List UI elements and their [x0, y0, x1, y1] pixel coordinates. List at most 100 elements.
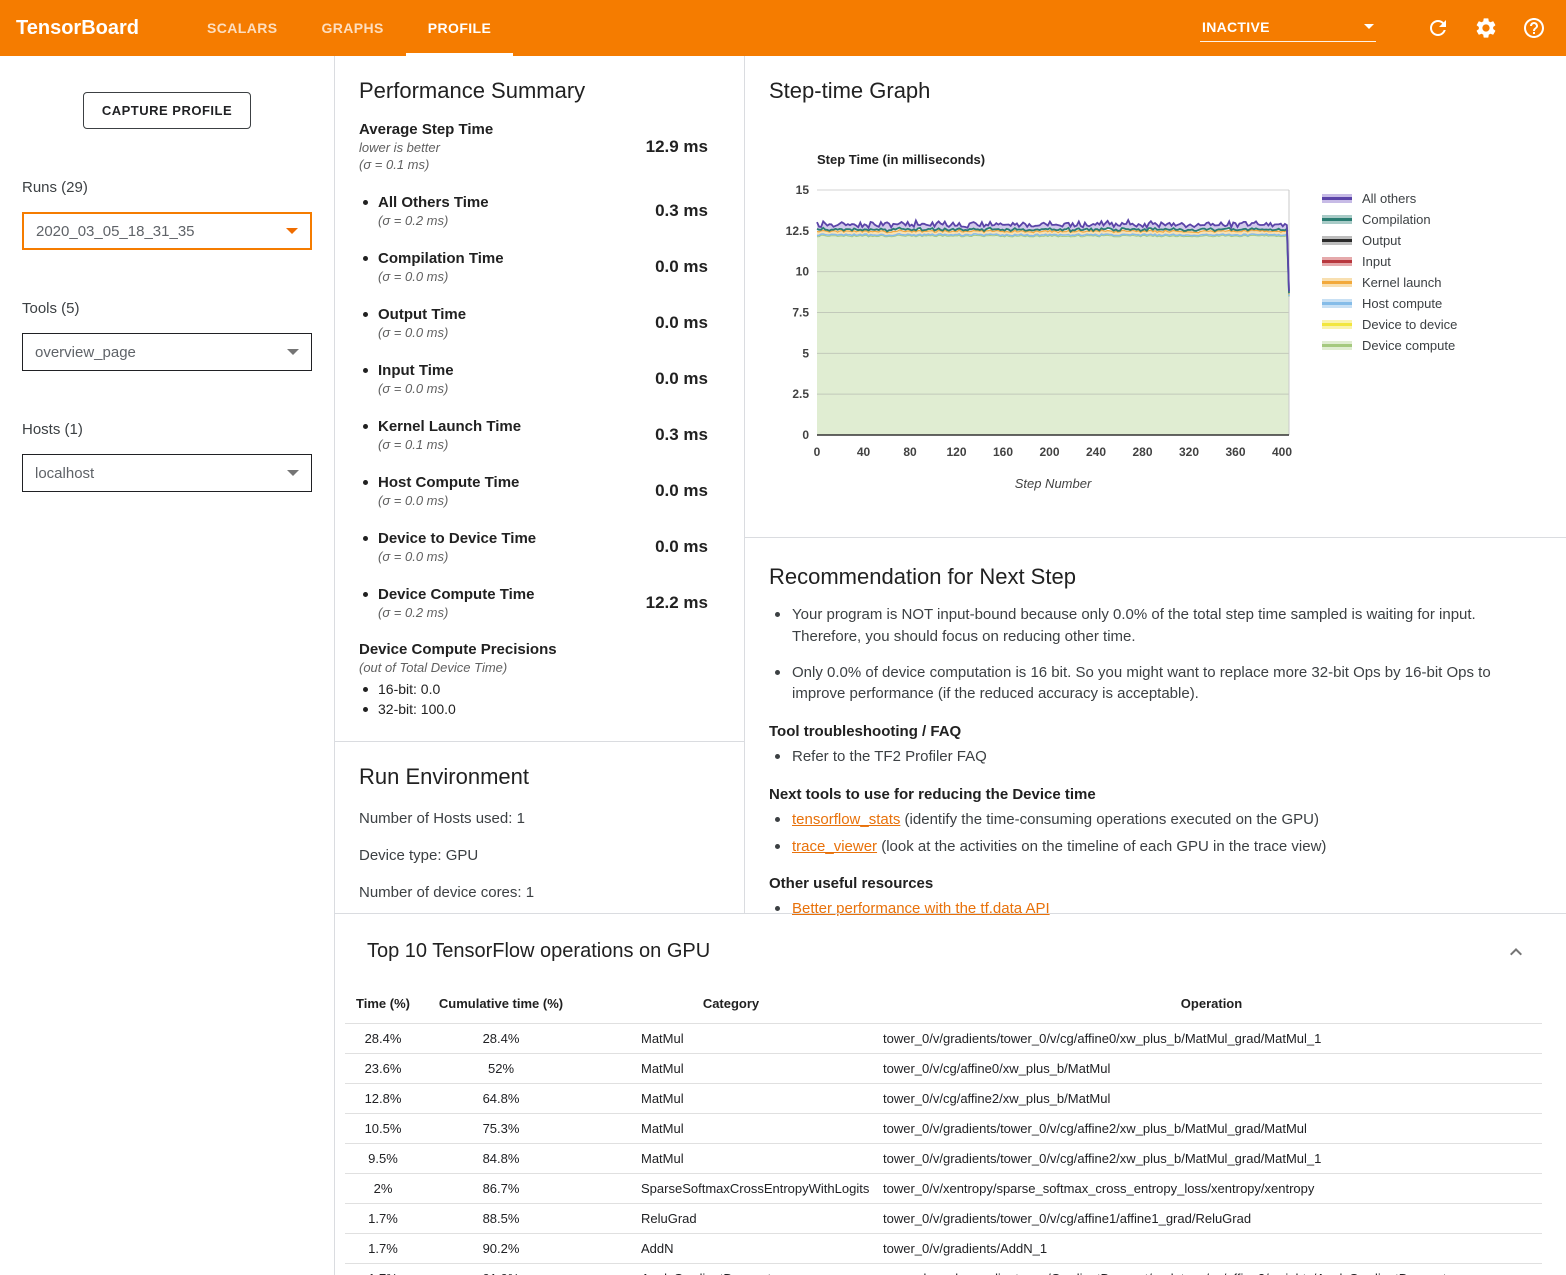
- bullet-icon: [775, 670, 780, 675]
- legend-label: Compilation: [1362, 212, 1431, 227]
- capture-profile-button[interactable]: CAPTURE PROFILE: [83, 92, 251, 129]
- metric-label: Compilation Time: [378, 249, 504, 268]
- metric-row: Output Time (σ = 0.0 ms) 0.0 ms: [359, 305, 720, 341]
- bullet-icon: [363, 480, 368, 485]
- link-tensorflow_stats[interactable]: tensorflow_stats: [792, 811, 900, 828]
- subsection-heading: Other useful resources: [769, 875, 1542, 892]
- legend-item: Host compute: [1322, 293, 1457, 314]
- legend-item: Device to device: [1322, 314, 1457, 335]
- status-dropdown-value: INACTIVE: [1202, 19, 1270, 35]
- chevron-down-icon: [287, 349, 299, 355]
- run-env-line: Number of device cores: 1: [359, 884, 720, 901]
- runs-select[interactable]: 2020_03_05_18_31_35: [22, 212, 312, 250]
- svg-text:5: 5: [802, 346, 809, 360]
- bullet-icon: [775, 754, 780, 759]
- run-environment-title: Run Environment: [359, 764, 720, 790]
- svg-text:Step Time (in milliseconds): Step Time (in milliseconds): [817, 152, 985, 167]
- metric-row: Kernel Launch Time (σ = 0.1 ms) 0.3 ms: [359, 417, 720, 453]
- metric-value: 0.0 ms: [624, 369, 720, 389]
- bullet-icon: [363, 200, 368, 205]
- performance-summary-title: Performance Summary: [359, 78, 720, 104]
- legend-label: Input: [1362, 254, 1391, 269]
- metric-label: Average Step Time: [359, 120, 493, 139]
- metric-value: 0.3 ms: [624, 201, 720, 221]
- status-dropdown[interactable]: INACTIVE: [1200, 15, 1376, 42]
- legend-item: Device compute: [1322, 335, 1457, 356]
- svg-text:15: 15: [796, 183, 810, 197]
- legend-swatch-icon: [1322, 194, 1352, 203]
- top-ops-table: Time (%)Cumulative time (%)CategoryOpera…: [345, 990, 1542, 1275]
- metric-sigma: (σ = 0.2 ms): [378, 604, 534, 621]
- metric-row: All Others Time (σ = 0.2 ms) 0.3 ms: [359, 193, 720, 229]
- chart-legend: All others Compilation Output Input Kern…: [1322, 188, 1457, 493]
- summary-column: Performance Summary Average Step Time lo…: [335, 56, 745, 913]
- subsection-item: trace_viewer (look at the activities on …: [769, 836, 1542, 858]
- legend-swatch-icon: [1322, 341, 1352, 350]
- refresh-icon[interactable]: [1426, 16, 1450, 40]
- bullet-icon: [775, 906, 780, 911]
- legend-swatch-icon: [1322, 236, 1352, 245]
- table-row: 12.8% 64.8% MatMul tower_0/v/cg/affine2/…: [345, 1084, 1542, 1114]
- legend-label: Output: [1362, 233, 1401, 248]
- svg-text:240: 240: [1086, 445, 1106, 459]
- legend-swatch-icon: [1322, 278, 1352, 287]
- tab-graphs[interactable]: GRAPHS: [299, 0, 405, 56]
- chevron-down-icon: [287, 470, 299, 476]
- graph-column: Step-time Graph Step Time (in millisecon…: [745, 56, 1566, 913]
- runs-label: Runs (29): [22, 179, 312, 196]
- metric-label: Kernel Launch Time: [378, 417, 521, 436]
- legend-swatch-icon: [1322, 257, 1352, 266]
- app-header: TensorBoard SCALARSGRAPHSPROFILE INACTIV…: [0, 0, 1566, 56]
- bullet-icon: [363, 424, 368, 429]
- metric-row: Device Compute Time (σ = 0.2 ms) 12.2 ms: [359, 585, 720, 621]
- column-header: Time (%): [345, 990, 421, 1024]
- metric-value: 12.2 ms: [624, 593, 720, 613]
- metrics-list: Average Step Time lower is better (σ = 0…: [359, 120, 720, 621]
- tools-select[interactable]: overview_page: [22, 333, 312, 371]
- bullet-icon: [775, 844, 780, 849]
- metric-row: Host Compute Time (σ = 0.0 ms) 0.0 ms: [359, 473, 720, 509]
- precision-item: 32-bit: 100.0: [359, 699, 720, 719]
- svg-text:0: 0: [814, 445, 821, 459]
- precisions-note: (out of Total Device Time): [359, 660, 720, 675]
- table-row: 9.5% 84.8% MatMul tower_0/v/gradients/to…: [345, 1144, 1542, 1174]
- legend-item: Output: [1322, 230, 1457, 251]
- bullet-icon: [363, 256, 368, 261]
- bullet-icon: [363, 368, 368, 373]
- metric-sigma: (σ = 0.0 ms): [378, 268, 504, 285]
- hosts-select-value: localhost: [35, 465, 94, 482]
- svg-text:7.5: 7.5: [792, 306, 809, 320]
- metric-row: Compilation Time (σ = 0.0 ms) 0.0 ms: [359, 249, 720, 285]
- legend-item: Input: [1322, 251, 1457, 272]
- tab-scalars[interactable]: SCALARS: [185, 0, 299, 56]
- table-row: 1.7% 91.9% ApplyGradientDescent append_a…: [345, 1264, 1542, 1275]
- svg-text:160: 160: [993, 445, 1013, 459]
- metric-value: 12.9 ms: [624, 137, 720, 157]
- svg-text:360: 360: [1226, 445, 1246, 459]
- run-environment: Run Environment Number of Hosts used: 1D…: [335, 742, 744, 923]
- tools-label: Tools (5): [22, 300, 312, 317]
- legend-swatch-icon: [1322, 215, 1352, 224]
- legend-label: Kernel launch: [1362, 275, 1442, 290]
- table-row: 28.4% 28.4% MatMul tower_0/v/gradients/t…: [345, 1024, 1542, 1054]
- recommendation-bullet: Only 0.0% of device computation is 16 bi…: [769, 662, 1542, 706]
- recommendation-subsection: Next tools to use for reducing the Devic…: [769, 786, 1542, 858]
- help-icon[interactable]: [1522, 16, 1546, 40]
- bullet-icon: [775, 612, 780, 617]
- metric-label: Host Compute Time: [378, 473, 519, 492]
- settings-gear-icon[interactable]: [1474, 16, 1498, 40]
- link-trace_viewer[interactable]: trace_viewer: [792, 838, 877, 855]
- nav-tabs: SCALARSGRAPHSPROFILE: [185, 0, 513, 56]
- step-time-graph-title: Step-time Graph: [769, 78, 1542, 104]
- table-row: 1.7% 88.5% ReluGrad tower_0/v/gradients/…: [345, 1204, 1542, 1234]
- metric-sigma: (σ = 0.0 ms): [378, 324, 466, 341]
- tab-profile[interactable]: PROFILE: [406, 0, 513, 56]
- metric-row: Average Step Time lower is better (σ = 0…: [359, 120, 720, 173]
- bullet-icon: [363, 592, 368, 597]
- table-row: 1.7% 90.2% AddN tower_0/v/gradients/AddN…: [345, 1234, 1542, 1264]
- svg-text:280: 280: [1133, 445, 1153, 459]
- bullet-icon: [363, 687, 368, 692]
- svg-text:400: 400: [1272, 445, 1292, 459]
- hosts-select[interactable]: localhost: [22, 454, 312, 492]
- collapse-chevron-up-icon[interactable]: [1504, 940, 1528, 964]
